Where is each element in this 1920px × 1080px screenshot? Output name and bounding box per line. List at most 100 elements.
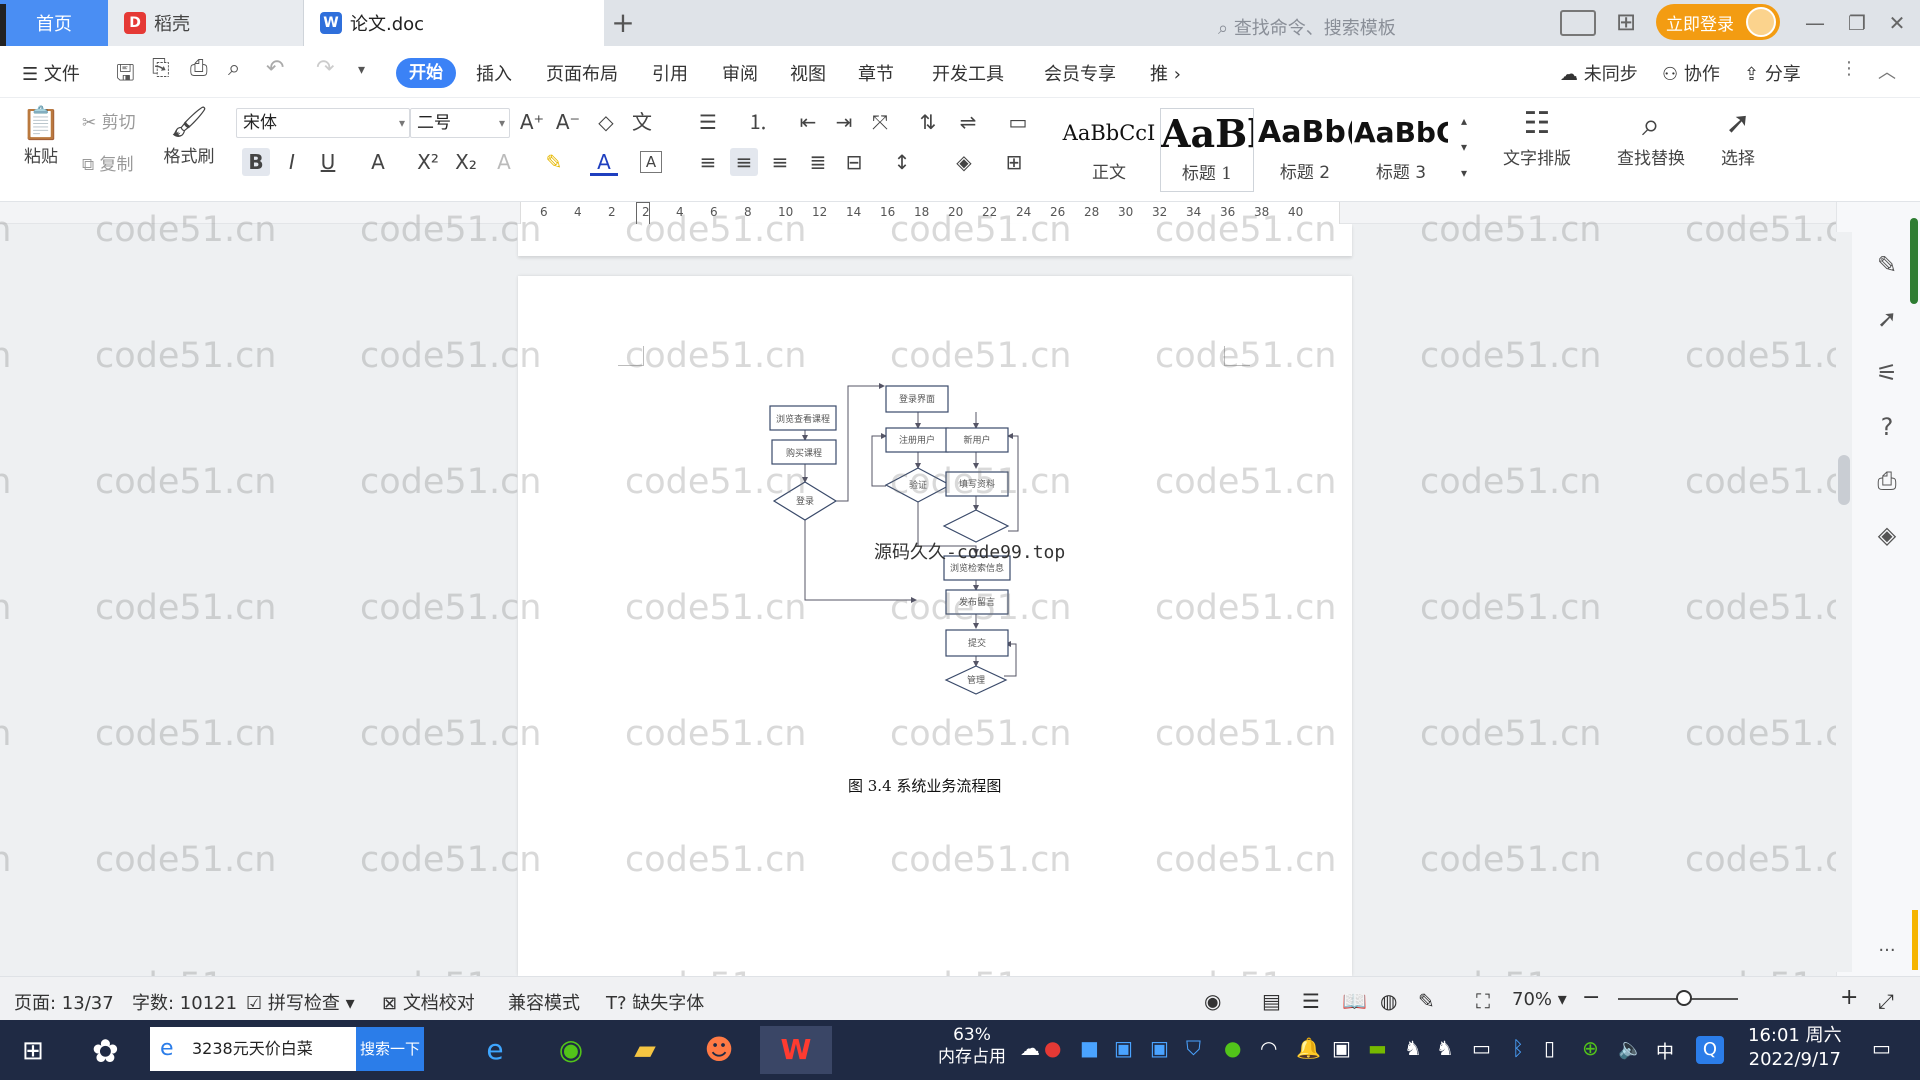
zoom-in-icon[interactable]: + (1840, 985, 1858, 1010)
select-button[interactable]: ➚ 选择 (1710, 104, 1766, 169)
line-spacing-icon[interactable]: ↕ (888, 148, 916, 176)
file-explorer-icon[interactable]: ▰ (618, 1026, 672, 1074)
nvidia-icon[interactable]: ▬ (1368, 1036, 1387, 1060)
pinyin-icon[interactable]: 文 (628, 108, 656, 136)
login-button[interactable]: 立即登录 (1656, 4, 1780, 40)
taskbar-search-button[interactable]: 搜索一下 (356, 1027, 424, 1071)
collaborate-button[interactable]: ⚇ 协作 (1662, 60, 1720, 86)
zoom-level[interactable]: 70% ▾ (1512, 989, 1567, 1010)
outline-view-icon[interactable]: ☰ (1302, 989, 1320, 1013)
subscript-icon[interactable]: X₂ (452, 148, 480, 176)
justify-icon[interactable]: ≣ (804, 148, 832, 176)
word-count[interactable]: 字数: 10121 (132, 989, 237, 1015)
close-icon[interactable]: ✕ (1880, 6, 1914, 40)
shield-icon[interactable]: ⛉ (1186, 1036, 1201, 1060)
tab-home[interactable]: 首页 (0, 0, 108, 64)
action-center-icon[interactable]: ▭ (1872, 1036, 1891, 1060)
fit-page-icon[interactable]: ⛶ (1476, 989, 1490, 1013)
qq-icon[interactable]: ♞ (1404, 1036, 1422, 1060)
document-page[interactable]: 浏览查看课程 购买课程 登录 登录界面 注册用户 新用户 验证 填写资料 浏览检… (518, 276, 1352, 976)
menu-dev-tools[interactable]: 开发工具 (932, 60, 1004, 86)
help-icon[interactable]: ? (1872, 412, 1902, 442)
undo-icon[interactable]: ↶ (266, 56, 284, 81)
export-icon[interactable]: ⎘ (152, 56, 170, 81)
preview-icon[interactable]: ⌕ (228, 56, 240, 81)
read-view-icon[interactable]: 📖 (1342, 989, 1367, 1013)
numbered-list-icon[interactable]: ⒈ (744, 108, 772, 136)
browser-360-icon[interactable]: ◉ (544, 1026, 598, 1074)
more-dots-icon[interactable]: ··· (1872, 936, 1902, 966)
web-view-icon[interactable]: ◍ (1380, 989, 1397, 1013)
increase-indent-icon[interactable]: ⇥ (830, 108, 858, 136)
taskbar-clock[interactable]: 16:01 周六 2022/9/17 (1748, 1024, 1842, 1072)
tab-document[interactable]: W 论文.doc (304, 0, 604, 46)
highlight-icon[interactable]: ✎ (540, 148, 568, 176)
game-app-icon[interactable]: ☻ (692, 1026, 746, 1074)
strikethrough-icon[interactable]: A (364, 148, 392, 176)
wifi-icon[interactable]: ◠ (1260, 1036, 1277, 1060)
minimize-icon[interactable]: — (1798, 6, 1832, 40)
tray-app-icon-2[interactable]: ▣ (1114, 1036, 1133, 1060)
compat-mode[interactable]: 兼容模式 (508, 989, 580, 1015)
find-replace-button[interactable]: ⌕ 查找替换 (1608, 104, 1694, 169)
notification-bell-icon[interactable]: 🔔 (1296, 1036, 1321, 1060)
more-options-icon[interactable]: ⋮ (1840, 58, 1858, 79)
paste-button[interactable]: 📋 粘贴 (16, 104, 66, 167)
chinese-layout-icon[interactable]: ⤧ (866, 108, 894, 136)
write-mode-icon[interactable]: ✎ (1418, 989, 1435, 1013)
vertical-scrollbar[interactable] (1836, 232, 1852, 972)
zoom-out-icon[interactable]: − (1582, 985, 1600, 1010)
borders-icon[interactable]: ⊞ (1000, 148, 1028, 176)
menu-more[interactable]: 推 › (1150, 60, 1181, 86)
tray-plus-icon[interactable]: ⊕ (1582, 1036, 1599, 1060)
bullet-list-icon[interactable]: ☰ (694, 108, 722, 136)
menu-member[interactable]: 会员专享 (1044, 60, 1116, 86)
tray-green-icon[interactable]: ● (1224, 1036, 1241, 1060)
layout-icon[interactable] (1560, 10, 1596, 36)
proof-button[interactable]: ⊠ 文档校对 (382, 989, 475, 1015)
tray-box-icon[interactable]: ▣ (1332, 1036, 1351, 1060)
save-icon[interactable]: 🖫 (116, 56, 135, 94)
copy-button[interactable]: ⧉ 复制 (82, 150, 134, 175)
menu-review[interactable]: 审阅 (722, 60, 758, 86)
quick-access-dropdown-icon[interactable]: ▾ (358, 62, 365, 78)
scrollbar-thumb[interactable] (1838, 455, 1850, 505)
page-indicator[interactable]: 页面: 13/37 (14, 989, 114, 1015)
grow-font-icon[interactable]: A⁺ (518, 108, 546, 136)
style-heading-2[interactable]: AaBb( 标题 2 (1258, 108, 1352, 192)
missing-font-button[interactable]: T? 缺失字体 (606, 989, 704, 1015)
pointer-icon[interactable]: ➚ (1872, 304, 1902, 334)
tray-app-red-icon[interactable]: ● (1044, 1036, 1061, 1060)
sync-button[interactable]: ☁ 未同步 (1560, 60, 1638, 86)
text-layout-button[interactable]: ☷ 文字排版 (1494, 104, 1580, 169)
style-heading-3[interactable]: AaBbC 标题 3 (1354, 108, 1448, 192)
align-right-icon[interactable]: ≡ (766, 148, 794, 176)
menu-page-layout[interactable]: 页面布局 (546, 60, 618, 86)
table-ruler-icon[interactable]: ▭ (1004, 108, 1032, 136)
format-painter-button[interactable]: 🖌 格式刷 (160, 104, 218, 167)
char-border-icon[interactable]: A (640, 151, 662, 173)
print-icon[interactable]: ⎙ (190, 56, 208, 81)
adjust-icon[interactable]: ⚟ (1872, 358, 1902, 388)
style-normal[interactable]: AaBbCcI 正文 (1062, 108, 1156, 192)
eye-protect-icon[interactable]: ◉ (1204, 989, 1221, 1013)
page-view-icon[interactable]: ▤ (1262, 989, 1281, 1013)
show-marks-icon[interactable]: ⇌ (954, 108, 982, 136)
swirl-app-icon[interactable]: ✿ (92, 1032, 119, 1070)
tab-daoke[interactable]: D 稻壳 (108, 0, 304, 46)
font-size-select[interactable]: 二号 (410, 108, 510, 138)
distribute-icon[interactable]: ⊟ (840, 148, 868, 176)
taskbar-search-input[interactable]: e 3238元天价白菜 (150, 1027, 356, 1071)
menu-file[interactable]: ☰ 文件 (22, 60, 80, 86)
qq-icon-2[interactable]: ♞ (1436, 1036, 1454, 1060)
windows-start-icon[interactable]: ⊞ (22, 1036, 44, 1066)
compass-icon[interactable]: ◈ (1872, 520, 1902, 550)
tray-app-icon-3[interactable]: ▣ (1150, 1036, 1169, 1060)
pen-icon[interactable]: ✎ (1872, 250, 1902, 280)
styles-scroll-icon[interactable]: ▴ ▾ ▾ (1450, 108, 1478, 188)
memory-usage[interactable]: 63% 内存占用 (938, 1024, 1006, 1068)
bluetooth-icon[interactable]: ᛒ (1512, 1036, 1524, 1060)
battery-icon[interactable]: ▭ (1472, 1036, 1491, 1060)
new-tab-icon[interactable]: + (606, 6, 640, 40)
bold-icon[interactable]: B (242, 148, 270, 176)
